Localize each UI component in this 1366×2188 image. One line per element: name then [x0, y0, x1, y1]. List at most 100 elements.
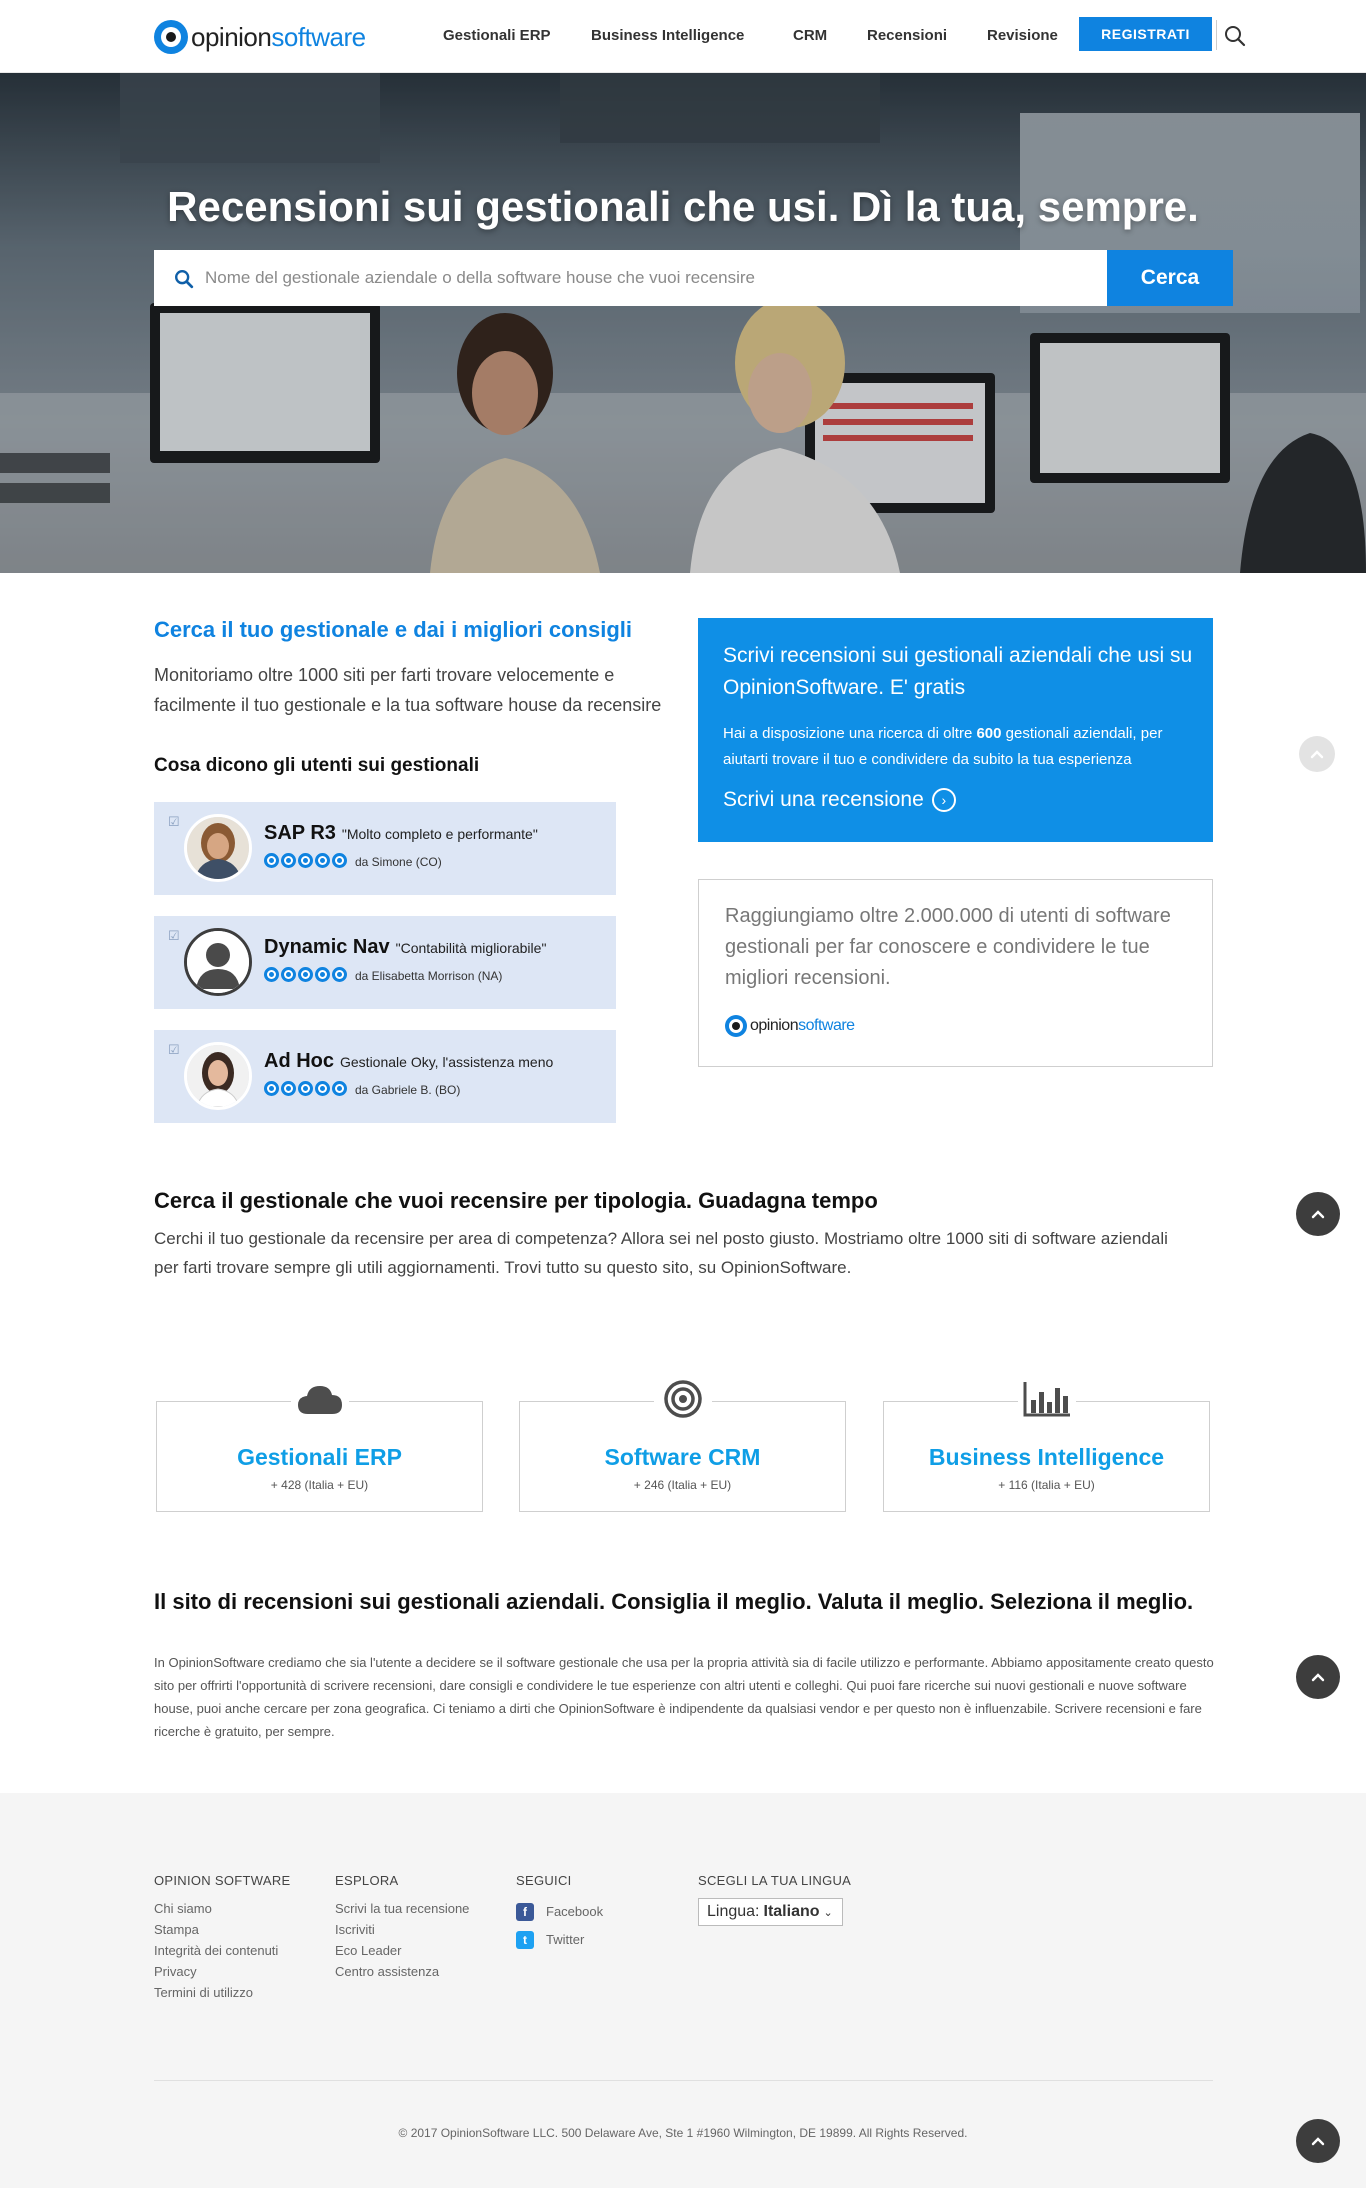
hero-office-photo: [0, 73, 1366, 573]
footer-heading: OPINION SOFTWARE: [154, 1873, 291, 1888]
rating-stars: [264, 967, 347, 982]
search-button[interactable]: Cerca: [1107, 250, 1233, 306]
footer-link-privacy[interactable]: Privacy: [154, 1961, 291, 1982]
write-review-link[interactable]: Scrivi una recensione ›: [723, 788, 956, 812]
rating-icon: [264, 967, 279, 982]
facebook-icon: f: [516, 1903, 534, 1921]
review-quote: "Molto completo e performante": [341, 826, 538, 842]
category-count: + 116 (Italia + EU): [998, 1478, 1095, 1492]
cta-text: Hai a disposizione una ricerca di oltre …: [723, 721, 1193, 773]
footer-link-stampa[interactable]: Stampa: [154, 1919, 291, 1940]
target-icon: [653, 1376, 712, 1422]
scroll-top-button[interactable]: [1296, 1192, 1340, 1236]
category-card-crm[interactable]: Software CRM + 246 (Italia + EU): [519, 1376, 846, 1512]
register-button[interactable]: REGISTRATI: [1079, 17, 1212, 51]
hero-search-bar: Cerca: [154, 250, 1233, 306]
chevron-up-icon: [1311, 1210, 1325, 1219]
footer-link-iscriviti[interactable]: Iscriviti: [335, 1919, 469, 1940]
hero-title: Recensioni sui gestionali che usi. Dì la…: [167, 183, 1199, 230]
logo-text-part1: opinion: [750, 1017, 799, 1034]
top-navbar: opinionsoftware Gestionali ERP Business …: [0, 0, 1366, 73]
chevron-up-icon: [1311, 1673, 1325, 1682]
review-quote: "Contabilità migliorabile": [395, 940, 547, 956]
footer-link-centro-assistenza[interactable]: Centro assistenza: [335, 1961, 469, 1982]
cta-text-before: Hai a disposizione una ricerca di oltre: [723, 725, 977, 742]
review-card[interactable]: ☑ Ad Hoc Gestionale Oky, l'assistenza men…: [154, 1030, 616, 1123]
nav-divider: [1216, 20, 1217, 50]
hero-banner: Recensioni sui gestionali che usi. Dì la…: [0, 73, 1366, 573]
rating-icon: [315, 1081, 330, 1096]
review-product: SAP R3: [264, 822, 336, 844]
twitter-link[interactable]: t Twitter: [516, 1926, 603, 1954]
footer-divider: [154, 2080, 1213, 2081]
rating-icon: [332, 853, 347, 868]
about-text: In OpinionSoftware crediamo che sia l'ut…: [154, 1655, 1214, 1739]
rating-icon: [332, 1081, 347, 1096]
facebook-link[interactable]: f Facebook: [516, 1898, 603, 1926]
review-quote: Gestionale Oky, l'assistenza meno: [340, 1054, 554, 1070]
nav-item-crm[interactable]: CRM: [793, 27, 827, 44]
intro-text: Monitoriamo oltre 1000 siti per farti tr…: [154, 665, 662, 715]
avatar: [184, 928, 252, 996]
footer-col-seguici: SEGUICI f Facebook t Twitter: [516, 1873, 603, 1954]
nav-item-revisione[interactable]: Revisione: [987, 27, 1058, 44]
search-input[interactable]: [154, 250, 1107, 306]
footer-link-chi-siamo[interactable]: Chi siamo: [154, 1898, 291, 1919]
arrow-right-icon: ›: [931, 788, 956, 812]
rating-icon: [315, 967, 330, 982]
rating-icon: [281, 853, 296, 868]
search-icon[interactable]: [1223, 24, 1247, 48]
category-title: Software CRM: [604, 1444, 761, 1470]
rating-icon: [264, 1081, 279, 1096]
logo-text-part2: software: [798, 1017, 855, 1034]
footer-col-lingua: SCEGLI LA TUA LINGUA Lingua: Italiano ⌄: [698, 1873, 851, 1926]
review-card[interactable]: ☑ SAP R3 "Molto completo e performante" d…: [154, 802, 616, 895]
logo-text-part2: software: [271, 21, 366, 52]
footer-link-integrita[interactable]: Integrità dei contenuti: [154, 1940, 291, 1961]
rating-icon: [281, 967, 296, 982]
reach-text: Raggiungiamo oltre 2.000.000 di utenti d…: [725, 905, 1171, 989]
checkbox-icon: ☑: [168, 1042, 180, 1057]
rating-stars: [264, 1081, 347, 1096]
scroll-top-button[interactable]: [1296, 1655, 1340, 1699]
footer-col-esplora: ESPLORA Scrivi la tua recensione Iscrivi…: [335, 1873, 469, 1982]
brand-logo-small: opinionsoftware: [725, 1015, 855, 1037]
category-card-bi[interactable]: Business Intelligence + 116 (Italia + EU…: [883, 1376, 1210, 1512]
review-product: Dynamic Nav: [264, 936, 390, 958]
twitter-icon: t: [516, 1931, 534, 1949]
rating-stars: [264, 853, 347, 868]
category-count: + 428 (Italia + EU): [270, 1478, 369, 1492]
rating-icon: [315, 853, 330, 868]
footer-heading: ESPLORA: [335, 1873, 399, 1888]
chevron-up-icon: [1310, 750, 1324, 759]
cta-text-count: 600: [976, 725, 1002, 742]
nav-item-business-intelligence[interactable]: Business Intelligence: [591, 27, 744, 44]
review-product: Ad Hoc: [264, 1050, 334, 1072]
category-title: Gestionali ERP: [237, 1444, 402, 1470]
users-heading: Cosa dicono gli utenti sui gestionali: [154, 755, 480, 776]
category-card-erp[interactable]: Gestionali ERP + 428 (Italia + EU): [156, 1376, 483, 1512]
typology-text: Cerchi il tuo gestionale da recensire pe…: [154, 1224, 1214, 1282]
brand-logo[interactable]: opinionsoftware: [154, 19, 366, 55]
avatar: [184, 814, 252, 882]
footer-link-termini[interactable]: Termini di utilizzo: [154, 1982, 291, 2003]
scroll-top-button[interactable]: [1296, 2119, 1340, 2163]
twitter-label: Twitter: [546, 1932, 585, 1947]
cloud-icon: [290, 1376, 349, 1422]
review-card[interactable]: ☑ Dynamic Nav "Contabilità migliorabile" …: [154, 916, 616, 1009]
typology-text-line2: per farti trovare sempre gli utili aggio…: [154, 1258, 852, 1277]
language-value: Italiano: [763, 1903, 820, 1920]
logo-icon: [154, 20, 188, 54]
nav-item-gestionali-erp[interactable]: Gestionali ERP: [443, 27, 551, 44]
language-select[interactable]: Lingua: Italiano ⌄: [698, 1898, 843, 1926]
footer-link-eco-leader[interactable]: Eco Leader: [335, 1940, 469, 1961]
rating-icon: [298, 1081, 313, 1096]
copyright-text: © 2017 OpinionSoftware LLC. 500 Delaware…: [398, 2126, 968, 2140]
nav-item-recensioni[interactable]: Recensioni: [867, 27, 947, 44]
scroll-top-button[interactable]: [1299, 736, 1335, 772]
footer-heading: SCEGLI LA TUA LINGUA: [698, 1873, 852, 1888]
intro-heading: Cerca il tuo gestionale e dai i migliori…: [154, 617, 632, 642]
footer-link-scrivi-recensione[interactable]: Scrivi la tua recensione: [335, 1898, 469, 1919]
facebook-label: Facebook: [546, 1904, 604, 1919]
write-review-label: Scrivi una recensione: [723, 788, 924, 811]
